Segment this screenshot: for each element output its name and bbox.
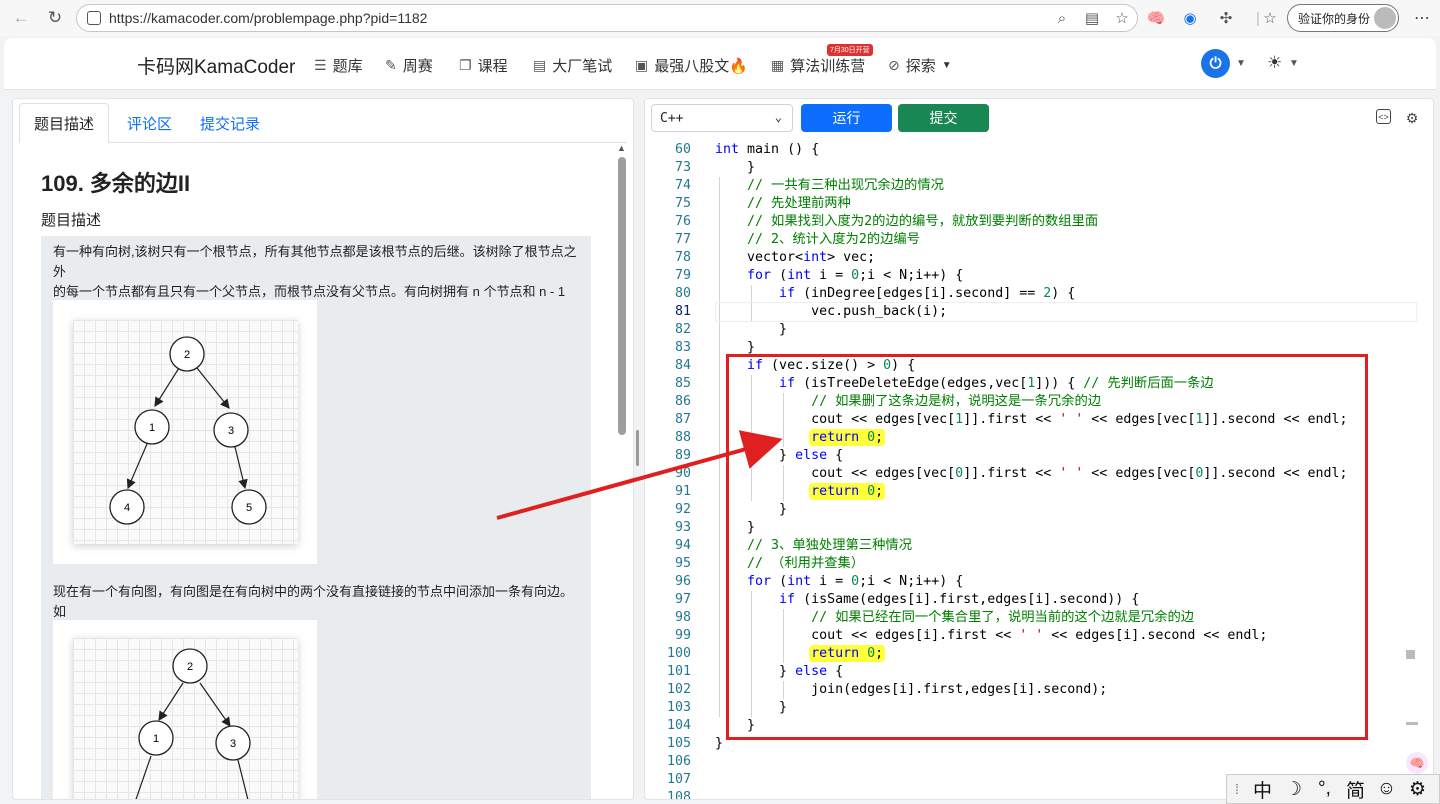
ime-settings-icon[interactable]: ⚙ xyxy=(1402,778,1433,801)
ime-punctuation-icon[interactable]: °, xyxy=(1309,778,1340,800)
assistant-brain-icon[interactable]: 🧠 xyxy=(1406,752,1428,774)
ime-simplified-toggle[interactable]: 简 xyxy=(1340,776,1371,803)
ime-toolbar: ⁞ 中 ☽ °, 简 ☺ ⚙ xyxy=(1226,774,1440,804)
ime-handle-icon[interactable]: ⁞ xyxy=(1227,781,1247,797)
ime-chinese-toggle[interactable]: 中 xyxy=(1247,776,1278,803)
annotation-arrow xyxy=(496,430,783,520)
ime-emoji-icon[interactable]: ☺ xyxy=(1371,778,1402,800)
ime-moon-icon[interactable]: ☽ xyxy=(1278,778,1309,801)
